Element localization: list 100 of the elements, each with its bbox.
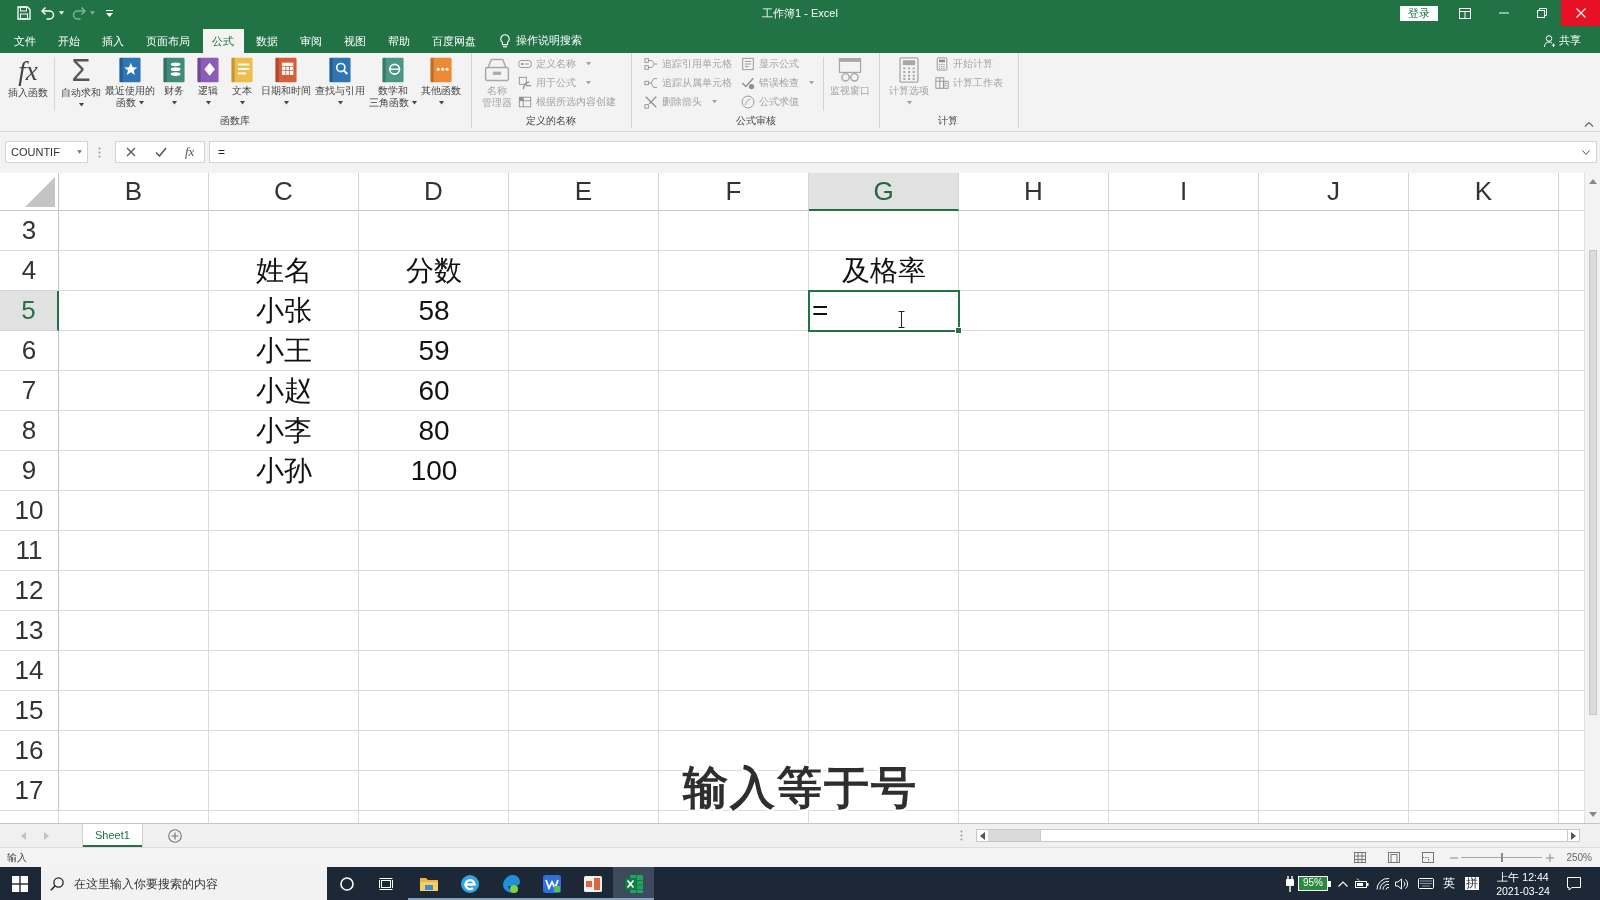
tell-me-search[interactable]: 操作说明搜索 [500,29,582,53]
caret-icon[interactable] [59,11,64,15]
redo-icon[interactable] [72,6,86,20]
input-language[interactable]: 英 [1443,875,1455,892]
zoom-level[interactable]: 250% [1566,852,1592,863]
stacked-windows-icon[interactable] [379,876,393,891]
restore-icon[interactable] [1537,8,1547,18]
ribbon-button[interactable]: 查找与引用 [313,53,367,105]
scrollbar-thumb[interactable] [988,830,1040,841]
notification-icon[interactable] [1567,876,1581,891]
zoom-slider-thumb[interactable] [1500,853,1503,862]
row-header[interactable]: 14 [0,651,59,691]
clock-time[interactable]: 上午 12:44 [1497,869,1549,884]
vertical-dots-icon[interactable] [960,830,963,841]
search-field[interactable]: 在这里输入你要搜索的内容 [41,867,327,900]
undo-icon[interactable] [41,6,55,20]
ribbon-button[interactable]: fx 插入函数 [6,53,50,99]
close-icon[interactable] [1575,8,1586,18]
fx-icon[interactable]: fx [185,145,195,159]
ribbon-tab[interactable]: 百度网盘 [422,29,486,53]
fill-handle[interactable] [955,327,962,334]
ribbon-button[interactable]: 逻辑 [191,53,225,105]
vertical-dots-icon[interactable] [98,147,101,158]
scroll-left-arrow-icon[interactable] [980,831,985,840]
ribbon-tab[interactable]: 插入 [92,29,134,53]
ribbon-tab[interactable]: 开始 [48,29,90,53]
column-header[interactable]: K [1409,173,1559,211]
ribbon-tab[interactable]: 视图 [334,29,376,53]
customize-icon[interactable] [106,9,113,17]
ribbon-tab[interactable]: 页面布局 [136,29,200,53]
row-header[interactable]: 7 [0,371,59,411]
ribbon-button[interactable]: 财务 [157,53,191,105]
window-layout-icon[interactable] [1459,7,1471,19]
row-header[interactable]: 4 [0,251,59,291]
row-header[interactable]: 10 [0,491,59,531]
ribbon-button[interactable]: 日期和时间 [259,53,313,105]
row-header[interactable]: 3 [0,211,59,251]
column-header[interactable]: C [209,173,359,211]
scroll-down-arrow-icon[interactable] [1588,812,1597,817]
add-sheet-icon[interactable] [167,828,182,843]
chevron-up-icon[interactable] [1338,880,1348,887]
column-header[interactable]: E [509,173,659,211]
sheet-tab[interactable]: Sheet1 [83,824,142,847]
scroll-right-arrow-icon[interactable] [1571,831,1576,840]
row-header[interactable]: 12 [0,571,59,611]
battery-indicator[interactable]: 95% [1298,876,1331,891]
row-header[interactable]: 11 [0,531,59,571]
ribbon-tab[interactable]: 文件 [4,29,46,53]
ribbon-tab[interactable]: 审阅 [290,29,332,53]
expand-caret-icon[interactable] [1582,149,1590,155]
ring-icon[interactable] [340,876,354,891]
row-header[interactable]: 6 [0,331,59,371]
scrollbar-thumb[interactable] [1588,250,1597,715]
row-header[interactable]: 15 [0,691,59,731]
grid-view-icon[interactable] [1354,852,1367,863]
volume-icon[interactable] [1395,877,1409,890]
column-header[interactable]: H [959,173,1109,211]
wifi-icon[interactable] [1376,877,1390,890]
column-header[interactable]: B [59,173,209,211]
ribbon-tab[interactable]: 公式 [202,29,244,53]
row-header[interactable]: 9 [0,451,59,491]
ribbon-button[interactable]: 最近使用的 函数 [103,53,157,109]
column-header[interactable]: G [809,173,959,211]
scroll-up-arrow-icon[interactable] [1588,179,1597,184]
horizontal-scrollbar[interactable] [976,829,1580,842]
four-squares-icon[interactable] [12,875,28,892]
ribbon-tab[interactable]: 数据 [246,29,288,53]
row-header[interactable]: 17 [0,771,59,811]
ribbon-button[interactable]: Σ 自动求和 [59,53,103,107]
share-button[interactable]: 共享 [1544,29,1581,53]
save-icon[interactable] [17,6,31,20]
column-header[interactable]: J [1259,173,1409,211]
input-mode[interactable]: 拼 [1465,877,1479,890]
ribbon-button[interactable]: 其他函数 [419,53,463,105]
column-header[interactable]: D [359,173,509,211]
battery-icon[interactable] [1355,877,1369,890]
vertical-scrollbar[interactable] [1584,173,1600,823]
keyboard-icon[interactable] [1418,878,1434,889]
column-header[interactable]: F [659,173,809,211]
caret-icon[interactable] [90,11,95,15]
checkmark-icon[interactable] [155,147,167,157]
page-view-icon[interactable] [1388,852,1401,863]
ribbon-button[interactable]: 数学和 三角函数 [367,53,419,109]
name-box[interactable]: COUNTIF [5,141,88,163]
table-cell-text: 80 [417,414,451,448]
ribbon-button[interactable]: 文本 [225,53,259,105]
ribbon-tab[interactable]: 帮助 [378,29,420,53]
formula-input[interactable]: = [209,141,1597,163]
dropdown-caret-icon[interactable] [77,150,82,154]
collapse-caret-icon[interactable] [1584,121,1594,127]
column-header[interactable]: I [1109,173,1259,211]
row-header[interactable]: 5 [0,291,59,331]
page-break-view-icon[interactable] [1422,852,1435,863]
clock-date[interactable]: 2021-03-24 [1496,883,1550,898]
row-header[interactable]: 13 [0,611,59,651]
sign-in-button[interactable]: 登录 [1400,5,1438,21]
x-icon[interactable] [126,147,136,157]
row-header[interactable]: 16 [0,731,59,771]
row-header[interactable]: 8 [0,411,59,451]
active-cell[interactable]: = [808,290,960,332]
